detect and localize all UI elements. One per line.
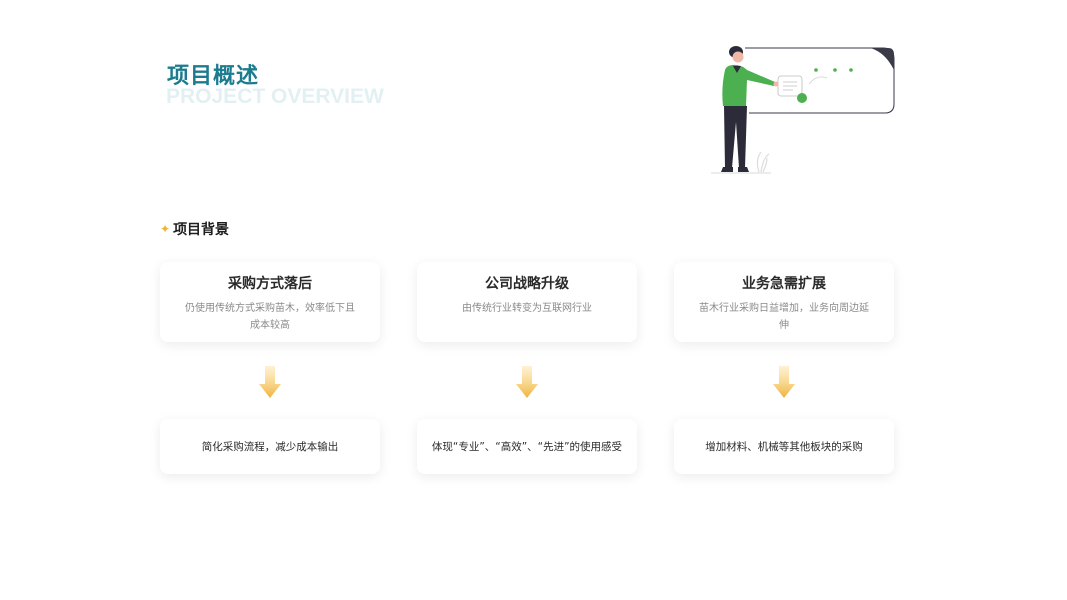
card-title: 采购方式落后 xyxy=(228,276,312,292)
card-description: 仍使用传统方式采购苗木，效率低下且成本较高 xyxy=(185,303,355,331)
background-card-1: 采购方式落后 仍使用传统方式采购苗木，效率低下且成本较高 xyxy=(160,262,380,342)
board-corner xyxy=(870,48,894,70)
card-description: 由传统行业转变为互联网行业 xyxy=(462,303,592,314)
star-icon: ✦ xyxy=(160,222,171,236)
board-pie xyxy=(797,93,807,103)
plant-leaves xyxy=(756,151,770,173)
person-head xyxy=(732,51,744,63)
card-title: 公司战略升级 xyxy=(485,276,569,292)
goal-text: 简化采购流程，减少成本输出 xyxy=(201,441,339,453)
card-description: 苗木行业采购日益增加，业务向周边延伸 xyxy=(699,303,869,331)
page-subtitle-en: PROJECT OVERVIEW xyxy=(166,85,384,108)
background-card-3: 业务急需扩展 苗木行业采购日益增加，业务向周边延伸 xyxy=(674,262,894,342)
board-dot-2 xyxy=(833,68,837,72)
goal-text: 增加材料、机械等其他板块的采购 xyxy=(705,441,863,453)
person-torso xyxy=(722,64,775,106)
slide: 项目概述 PROJECT OVERVIEW ✦ 项目背景 采购方式落后 仍使用传… xyxy=(0,0,1067,600)
goal-text: 体现“专业”、“高效”、“先进”的使用感受 xyxy=(431,441,623,453)
goal-card-1: 简化采购流程，减少成本输出 xyxy=(160,419,380,474)
section-title: 项目背景 xyxy=(173,222,230,238)
presenter-illustration xyxy=(711,46,895,174)
section-heading: ✦ 项目背景 xyxy=(160,219,229,239)
board-dot-3 xyxy=(849,68,853,72)
arrow-down-icon xyxy=(773,366,795,398)
board-dot-1 xyxy=(814,68,818,72)
background-card-2: 公司战略升级 由传统行业转变为互联网行业 xyxy=(417,262,637,342)
card-title: 业务急需扩展 xyxy=(742,276,826,292)
goal-card-2: 体现“专业”、“高效”、“先进”的使用感受 xyxy=(417,419,637,474)
arrow-down-icon xyxy=(516,366,538,398)
goal-card-3: 增加材料、机械等其他板块的采购 xyxy=(674,419,894,474)
arrow-down-icon xyxy=(259,366,281,398)
person-shoes xyxy=(721,167,749,172)
person-legs xyxy=(724,106,747,168)
person-hand xyxy=(773,81,779,87)
